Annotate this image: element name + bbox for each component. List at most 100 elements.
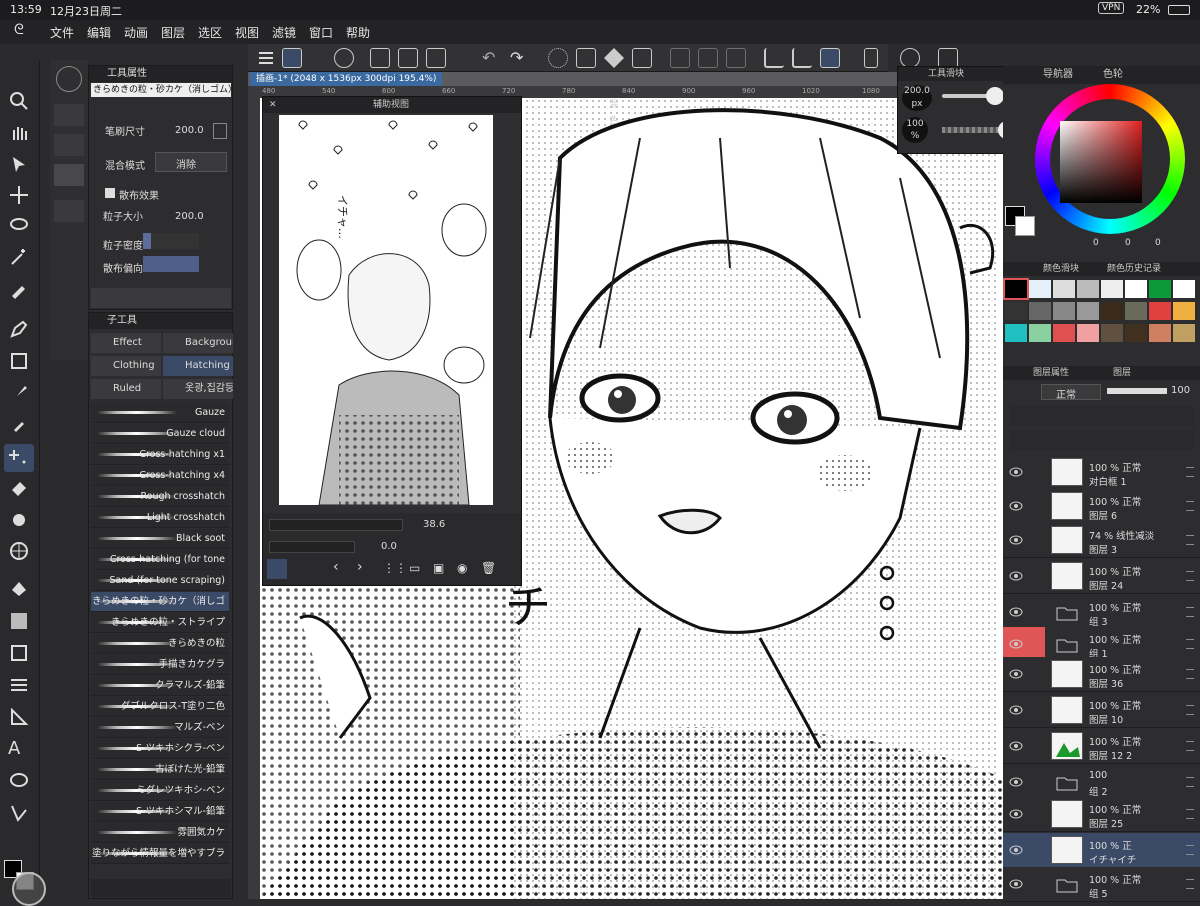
ruler-tool-icon[interactable] — [8, 706, 30, 728]
zoom-tool-icon[interactable] — [8, 90, 30, 112]
tab-color-wheel[interactable]: 色轮 — [1103, 66, 1123, 84]
eye-icon[interactable] — [1009, 499, 1023, 513]
color-swatch[interactable] — [1173, 280, 1195, 298]
tab-color-slider[interactable]: 颜色滑块 — [1043, 262, 1079, 276]
open-folder-icon[interactable] — [398, 48, 418, 68]
close-icon[interactable]: ✕ — [269, 100, 277, 110]
pencil-tool-icon[interactable] — [8, 350, 30, 372]
layer-toolbar-1[interactable] — [1009, 406, 1195, 426]
brush-item[interactable]: 塗りながら情報量を増やすブラ — [91, 844, 229, 864]
menu-selection[interactable]: 选区 — [198, 24, 222, 41]
eye-icon[interactable] — [1009, 667, 1023, 681]
grid-icon[interactable]: ⋮⋮ — [383, 561, 407, 575]
particle-size-value[interactable]: 200.0 — [175, 211, 204, 222]
help-icon[interactable] — [900, 48, 920, 68]
drag-handle-icon[interactable] — [1186, 741, 1194, 751]
shape-tool-icon[interactable] — [8, 642, 30, 664]
layer-row[interactable]: 100 % 正常 对白框 1 — [1003, 455, 1200, 490]
group-korean[interactable]: 옷광,집감등 — [163, 379, 233, 399]
group-effect[interactable]: Effect — [91, 333, 161, 353]
brush-item[interactable]: Light crosshatch — [91, 508, 229, 528]
grid-snap-icon[interactable] — [820, 48, 840, 68]
drag-handle-icon[interactable] — [1186, 669, 1194, 679]
prev-icon[interactable]: ‹ — [333, 559, 339, 575]
drag-handle-icon[interactable] — [1186, 571, 1194, 581]
eye-icon[interactable] — [1009, 569, 1023, 583]
eyedropper-icon[interactable] — [267, 559, 287, 579]
color-swatch[interactable] — [1005, 302, 1027, 320]
color-swatch[interactable] — [1029, 324, 1051, 342]
eye-icon[interactable] — [1009, 807, 1023, 821]
color-swatch[interactable] — [1029, 280, 1051, 298]
brush-item[interactable]: ダブルクロス-T塗り二色 — [91, 697, 229, 717]
tool-property-icon[interactable] — [54, 164, 84, 186]
scatter-checkbox[interactable] — [105, 188, 115, 198]
layer-row[interactable]: 100 % 正常 图层 12 2 — [1003, 729, 1200, 764]
frame-tool-icon[interactable] — [8, 674, 30, 696]
brush-item[interactable]: Sand (for tone scraping) — [91, 571, 229, 591]
brush-item[interactable]: 雰囲気カケ — [91, 823, 229, 843]
eye-icon[interactable] — [1009, 775, 1023, 789]
color-swatch[interactable] — [1101, 302, 1123, 320]
menu-edit[interactable]: 编辑 — [87, 24, 111, 41]
drag-handle-icon[interactable] — [1186, 705, 1194, 715]
drag-handle-icon[interactable] — [1186, 777, 1194, 787]
text-tool-icon[interactable]: A — [8, 738, 30, 760]
blend-mode-select[interactable]: 消除 — [155, 152, 227, 172]
brush-item[interactable]: 手描きカケグラ — [91, 655, 229, 675]
color-swatch[interactable] — [1125, 302, 1147, 320]
edge-keyboard-icon[interactable] — [12, 872, 46, 906]
size-slider-knob[interactable] — [986, 87, 1004, 105]
brush-item[interactable]: Cross-hatching x1 — [91, 445, 229, 465]
brush-item[interactable]: ミダレツキホシ-ベン — [91, 781, 229, 801]
color-swatch[interactable] — [1149, 280, 1171, 298]
brush-item[interactable]: マルズ-ベン — [91, 718, 229, 738]
layer-row[interactable]: 100 % 正常 图层 24 — [1003, 559, 1200, 594]
layer-row[interactable]: 100 % 正常 图层 36 — [1003, 657, 1200, 692]
eye-icon[interactable] — [1009, 465, 1023, 479]
selection-border-icon[interactable] — [726, 48, 746, 68]
eye-icon[interactable] — [1009, 739, 1023, 753]
color-swatch[interactable] — [1003, 278, 1029, 300]
balloon-tool-icon[interactable] — [8, 770, 30, 792]
drag-handle-icon[interactable] — [1186, 501, 1194, 511]
tab-layer[interactable]: 图层 — [1113, 366, 1131, 380]
color-swatch[interactable] — [1029, 302, 1051, 320]
color-swatch[interactable] — [1149, 324, 1171, 342]
group-clothing[interactable]: Clothing — [91, 356, 161, 376]
brush-item[interactable]: きらめきの粒・ストライプ — [91, 613, 229, 633]
drag-handle-icon[interactable] — [1186, 467, 1194, 477]
eye-icon[interactable] — [1009, 605, 1023, 619]
sliders-icon[interactable] — [54, 104, 84, 126]
layer-blend-select[interactable]: 正常 — [1041, 384, 1101, 401]
import-icon[interactable]: ▣ — [433, 561, 444, 575]
fill-tool-icon[interactable] — [8, 578, 30, 600]
eye-icon[interactable] — [1009, 703, 1023, 717]
eye-icon[interactable] — [1009, 843, 1023, 857]
brush-item[interactable]: S-ツキホシマル-鉛筆 — [91, 802, 229, 822]
pen-tool-icon[interactable] — [8, 318, 30, 340]
tab-color-history[interactable]: 颜色历史记录 — [1107, 262, 1161, 276]
eye-icon[interactable] — [1009, 533, 1023, 547]
layer-property-icon[interactable] — [54, 200, 84, 222]
blend-tool-icon[interactable] — [8, 508, 30, 530]
brush-item[interactable]: Gauze cloud — [91, 424, 229, 444]
brush-item[interactable]: Cross-hatching (for tone scrapin — [91, 550, 229, 585]
color-swatch[interactable] — [1053, 324, 1075, 342]
hamburger-icon[interactable] — [256, 48, 276, 68]
clear-icon[interactable] — [576, 48, 596, 68]
figure-tool-icon[interactable] — [8, 540, 30, 562]
brush-item[interactable]: Gauze — [91, 403, 229, 423]
layer-row[interactable]: 100 % 正常组 5 — [1003, 867, 1200, 902]
brush-item[interactable]: きらめきの粒 — [91, 634, 229, 654]
brush-item[interactable]: 古ぼけた光-鉛筆 — [91, 760, 229, 780]
color-swatch[interactable] — [1077, 302, 1099, 320]
layer-toolbar-2[interactable] — [1009, 430, 1195, 450]
undo-icon[interactable]: ↶ — [482, 48, 502, 68]
particle-density-slider[interactable] — [143, 233, 199, 249]
color-swatch[interactable] — [1101, 324, 1123, 342]
brush-item[interactable]: Rough crosshatch — [91, 487, 229, 507]
trash-icon[interactable]: 🗑 — [481, 561, 496, 575]
app-logo-icon[interactable]: ᘓ — [14, 22, 24, 38]
brush-item[interactable]: S-ツキホシクラ-ベン — [91, 739, 229, 759]
